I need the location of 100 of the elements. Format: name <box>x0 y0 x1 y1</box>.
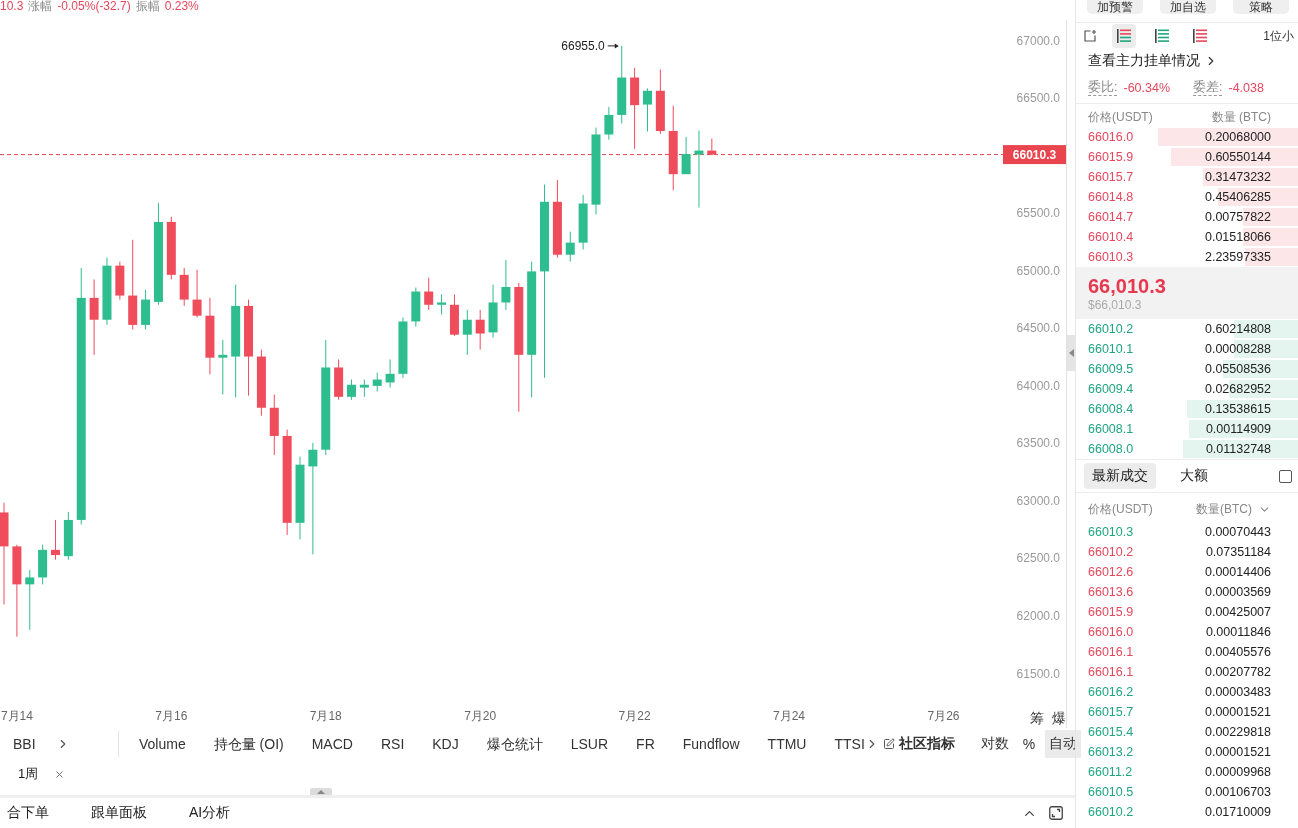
x-axis-label: 7月16 <box>155 709 188 723</box>
indicator-tab[interactable]: 爆仓统计 <box>486 735 543 753</box>
bottom-tab[interactable]: 跟单面板 <box>91 804 147 822</box>
bid-amount: 0.60214808 <box>1204 322 1271 336</box>
trade-amount: 0.07351184 <box>1205 545 1271 559</box>
bottom-tab[interactable]: AI分析 <box>189 804 231 822</box>
action-button[interactable]: 策略 <box>1233 0 1289 14</box>
indicator-tab[interactable]: KDJ <box>432 735 459 753</box>
bid-amount: 0.05508536 <box>1204 362 1271 376</box>
bid-amount: 0.00008288 <box>1204 342 1271 356</box>
expand-icon[interactable] <box>1049 806 1063 820</box>
ask-amount: 2.23597335 <box>1204 250 1271 264</box>
candle <box>347 379 356 401</box>
community-indicators-button[interactable]: 社区指标 <box>898 735 955 753</box>
ask-price: 66010.4 <box>1088 230 1134 244</box>
candle <box>449 293 459 337</box>
checkbox[interactable] <box>1279 469 1292 483</box>
indicator-tab[interactable]: Fundflow <box>682 735 740 753</box>
trade-amount: 0.01710009 <box>1204 805 1271 819</box>
order-book-icon <box>1193 29 1207 43</box>
indicator-tab[interactable]: BBI <box>13 735 36 753</box>
candle <box>63 511 73 561</box>
indicator-tab[interactable]: TTMU <box>767 735 807 753</box>
period-tab[interactable]: 1周 <box>18 765 39 783</box>
bottom-tab[interactable]: 合下单 <box>7 804 49 822</box>
column-header: 价格(USDT) <box>1088 109 1153 126</box>
frame-icon[interactable] <box>1084 30 1096 42</box>
trade-amount: 0.00070443 <box>1204 525 1271 539</box>
trade-amount: 0.00001521 <box>1204 745 1271 759</box>
y-axis-label: 61500.0 <box>1016 666 1060 681</box>
stat-value: -4.038 <box>1228 81 1264 95</box>
action-button[interactable]: 加预警 <box>1087 0 1143 14</box>
book-view-button[interactable] <box>1112 24 1136 48</box>
trade-price: 66010.2 <box>1088 545 1134 559</box>
trade-price: 66011.2 <box>1088 765 1133 779</box>
x-axis-label: 7月18 <box>309 709 342 723</box>
trade-price: 66016.0 <box>1088 625 1134 639</box>
candle <box>565 231 575 263</box>
y-axis-label: 64500.0 <box>1016 321 1060 336</box>
caret-up-icon <box>317 789 325 794</box>
stat-value: 10.3 <box>0 0 24 13</box>
depth-link[interactable]: 查看主力挂单情况 <box>1076 49 1218 73</box>
y-axis-label: 66500.0 <box>1016 91 1060 106</box>
trade-price: 66010.3 <box>1088 525 1134 539</box>
trade-amount: 0.00425007 <box>1204 605 1271 619</box>
collapse-handle[interactable] <box>1067 335 1075 371</box>
x-axis-label: 7月20 <box>464 709 497 723</box>
indicator-tab[interactable]: LSUR <box>570 735 609 753</box>
y-axis-label: 65500.0 <box>1016 206 1060 221</box>
scale-option[interactable]: 对数 <box>976 730 1013 758</box>
bid-amount: 0.00114909 <box>1205 422 1271 436</box>
candle <box>385 358 395 389</box>
indicator-tab[interactable]: MACD <box>311 735 353 753</box>
ask-amount: 0.60550144 <box>1204 150 1271 164</box>
candle <box>655 69 665 135</box>
candle <box>437 293 447 316</box>
stat-label: 委比: <box>1088 80 1118 96</box>
candle <box>218 339 228 395</box>
edit-icon[interactable] <box>882 738 895 750</box>
stat-value: 0.23% <box>164 0 199 13</box>
bid-price: 66010.1 <box>1088 342 1134 356</box>
stat-value: -0.05%(-32.7) <box>57 0 131 13</box>
trade-tab[interactable]: 大额 <box>1172 463 1216 489</box>
trade-tab[interactable]: 最新成交 <box>1084 463 1156 489</box>
ask-amount: 0.31473232 <box>1204 170 1271 184</box>
y-axis-label: 62500.0 <box>1016 551 1060 566</box>
y-axis-label: 63500.0 <box>1016 436 1060 451</box>
indicator-tab[interactable]: Volume <box>139 735 186 753</box>
trade-amount: 0.00003483 <box>1204 685 1271 699</box>
bid-price: 66008.4 <box>1088 402 1134 416</box>
chart-tool-button[interactable]: 爆 <box>1052 709 1066 727</box>
scale-option[interactable]: % <box>1018 730 1040 758</box>
chart-tool-button[interactable]: 筹 <box>1030 709 1044 727</box>
decimals-dropdown[interactable]: 1位小 <box>1263 27 1298 45</box>
resize-handle[interactable] <box>310 788 332 795</box>
candle <box>269 394 279 456</box>
ask-amount: 0.20068000 <box>1204 130 1271 144</box>
column-header: 价格(USDT) <box>1088 501 1153 518</box>
bid-amount: 0.01132748 <box>1205 442 1271 456</box>
indicator-tab[interactable]: TTSI <box>834 735 865 753</box>
x-axis-label: 7月14 <box>0 709 33 723</box>
last-price-tag: 66010.3 <box>1003 145 1066 165</box>
candle <box>102 257 112 326</box>
candle <box>681 136 691 175</box>
trade-price: 66016.1 <box>1088 645 1134 659</box>
bid-price: 66008.1 <box>1088 422 1134 436</box>
trade-price: 66015.9 <box>1088 605 1134 619</box>
close-icon[interactable] <box>54 768 66 780</box>
indicator-tab[interactable]: RSI <box>380 735 405 753</box>
ask-price: 66016.0 <box>1088 130 1134 144</box>
last-price-usd: $66,010.3 <box>1088 297 1143 313</box>
bid-price: 66009.4 <box>1088 382 1134 396</box>
indicator-tab[interactable]: 持仓量 (OI) <box>213 735 284 753</box>
last-price: 66,010.3 <box>1088 273 1167 298</box>
candle <box>334 358 344 401</box>
candle <box>488 284 498 339</box>
action-button[interactable]: 加自选 <box>1160 0 1216 14</box>
ask-price: 66010.3 <box>1088 250 1134 264</box>
indicator-tab[interactable]: FR <box>636 735 655 753</box>
bid-price: 66010.2 <box>1088 322 1134 336</box>
